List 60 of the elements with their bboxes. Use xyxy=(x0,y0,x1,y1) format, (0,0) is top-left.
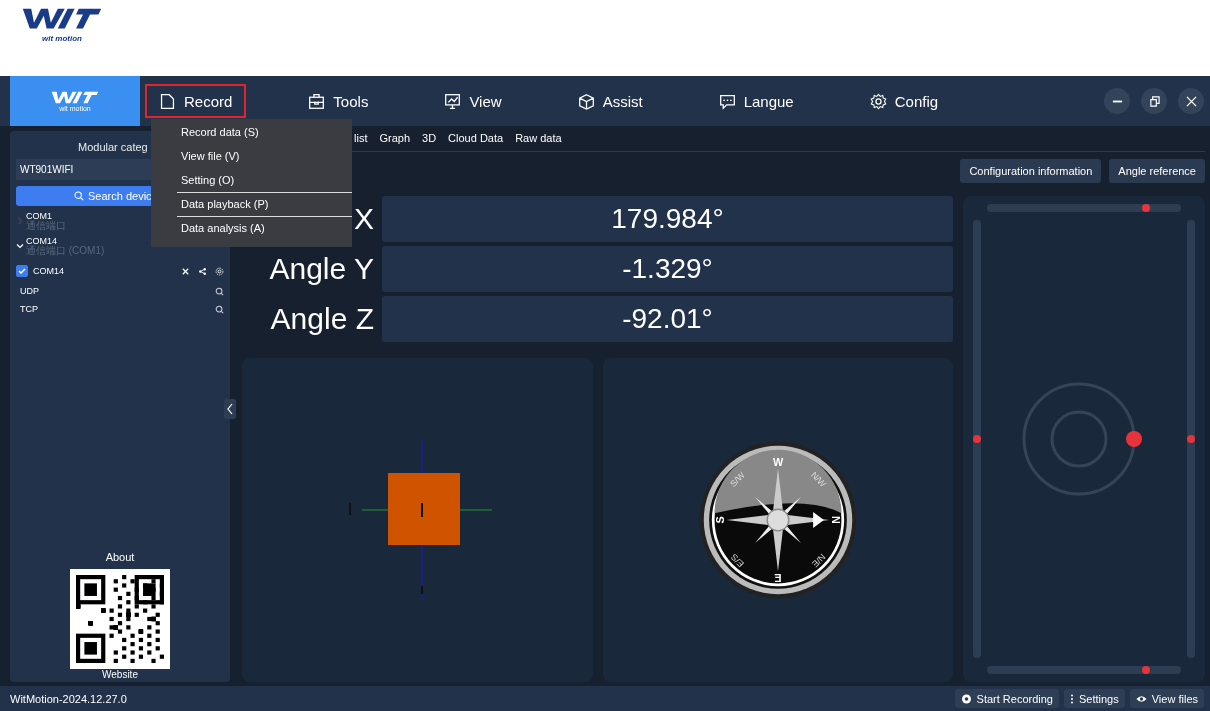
device-name[interactable]: COM1 xyxy=(26,211,66,221)
version-text: WitMotion-2024.12.27.0 xyxy=(10,692,127,705)
tab[interactable]: Raw data xyxy=(515,132,562,146)
menu-item[interactable]: View xyxy=(430,84,516,118)
menu-item[interactable]: Langue xyxy=(704,84,808,118)
settings-icon xyxy=(869,92,887,110)
logo-text: wit motion xyxy=(42,34,83,43)
status-button[interactable]: Start Recording xyxy=(954,689,1059,708)
menu-option[interactable]: Record data (S) xyxy=(177,121,352,145)
device-name: COM14 xyxy=(33,266,64,276)
checkbox[interactable] xyxy=(16,265,28,277)
collapse-icon[interactable] xyxy=(224,399,236,419)
sidebar-heading: Modular categ xyxy=(77,141,149,153)
share-icon[interactable] xyxy=(198,266,207,276)
minimize-button[interactable] xyxy=(1104,88,1130,114)
angle-value: -1.329° xyxy=(382,246,953,292)
settings-icon[interactable] xyxy=(215,266,224,276)
device-name[interactable]: TCP xyxy=(20,304,38,314)
angle-label: X xyxy=(354,202,374,235)
status-button[interactable]: View files xyxy=(1129,689,1204,708)
cube-icon xyxy=(577,92,595,110)
menu-item[interactable]: Tools xyxy=(294,84,383,118)
status-button[interactable]: Settings xyxy=(1064,689,1125,708)
restore-button[interactable] xyxy=(1141,88,1167,114)
menu-item[interactable]: Record xyxy=(145,84,247,118)
restore-icon xyxy=(1148,95,1160,107)
close-icon xyxy=(1185,95,1197,107)
chevron-down-icon[interactable] xyxy=(16,242,24,250)
tab[interactable]: list xyxy=(354,132,368,146)
record-icon xyxy=(960,693,972,704)
about-label: About xyxy=(104,551,136,563)
device-name[interactable]: COM14 xyxy=(26,236,105,246)
search-icon[interactable] xyxy=(215,286,224,296)
chart-icon xyxy=(444,92,462,110)
menu-option[interactable]: Data playback (P) xyxy=(177,193,352,217)
more-icon xyxy=(1070,693,1074,704)
logo-icon xyxy=(50,89,100,105)
tab[interactable]: Graph xyxy=(379,132,411,146)
close-icon[interactable] xyxy=(181,266,190,276)
angle-value: -92.01° xyxy=(382,296,953,342)
menu-option[interactable]: Setting (O) xyxy=(177,169,352,193)
angle-value: 179.984° xyxy=(382,196,953,242)
device-name[interactable]: UDP xyxy=(20,286,39,296)
toolbar-button[interactable]: Angle reference xyxy=(1109,159,1205,183)
toolbox-icon xyxy=(308,92,326,110)
search-icon[interactable] xyxy=(215,304,224,314)
menu-option[interactable]: Data analysis (A) xyxy=(177,217,352,241)
eye-icon xyxy=(1135,693,1147,704)
file-icon xyxy=(159,92,176,110)
menu-item[interactable]: Config xyxy=(855,84,953,118)
angle-label: Angle Y xyxy=(269,252,374,285)
close-button[interactable] xyxy=(1178,88,1204,114)
search-icon xyxy=(74,191,84,201)
toolbar-button[interactable]: Configuration information xyxy=(960,159,1102,183)
angle-label: Angle Z xyxy=(270,302,374,335)
tab[interactable]: Cloud Data xyxy=(448,132,504,146)
menu-item[interactable]: Assist xyxy=(563,84,657,118)
qr-caption: Website xyxy=(101,669,139,680)
tab[interactable]: 3D xyxy=(422,132,437,146)
chat-icon xyxy=(718,92,736,110)
